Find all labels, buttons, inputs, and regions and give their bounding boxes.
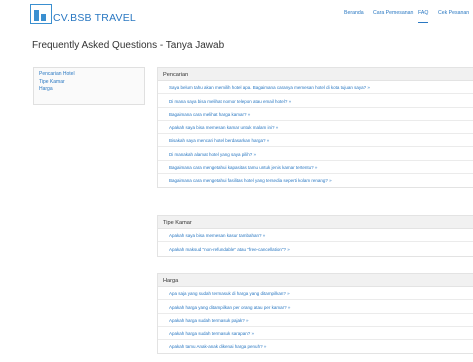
site-header: CV.BSB TRAVEL Beranda Cara Pemesanan FAQ…: [0, 0, 473, 32]
faq-question-link[interactable]: Bagaimana cara melihat harga kamar? »: [158, 108, 473, 121]
faq-question-link[interactable]: Bisakah saya mencari hotel berdasarkan h…: [158, 134, 473, 148]
faq-sidebar: Pencarian Hotel Tipe Kamar Harga: [33, 67, 145, 105]
faq-question-link[interactable]: Apakah harga yang ditampilkan per orang …: [158, 300, 473, 314]
sidebar-item-harga[interactable]: Harga: [39, 86, 144, 94]
nav-faq[interactable]: FAQ: [418, 10, 429, 23]
faq-question-link[interactable]: Saya belum tahu akan memilih hotel apa. …: [158, 81, 473, 95]
faq-question-link[interactable]: Apakah harga sudah termasuk pajak? »: [158, 314, 473, 327]
faq-question-link[interactable]: Di manakah alamat hotel yang saya pilih?…: [158, 147, 473, 161]
faq-question-link[interactable]: Di mana saya bisa melihat nomor telepon …: [158, 94, 473, 108]
faq-question-link[interactable]: Apakah maksud "non-refundable" atau "fre…: [158, 242, 473, 255]
panel-heading: Pencarian: [158, 68, 473, 81]
faq-question-link[interactable]: Apakah saya bisa memesan kamar untuk mal…: [158, 121, 473, 135]
sidebar-item-pencarian-hotel[interactable]: Pencarian Hotel: [39, 71, 144, 79]
nav-cara-pemesanan[interactable]: Cara Pemesanan: [373, 10, 413, 16]
sidebar-item-tipe-kamar[interactable]: Tipe Kamar: [39, 79, 144, 87]
faq-question-link[interactable]: Apakah tamu Anak-anak dikenai harga penu…: [158, 340, 473, 353]
faq-panel-harga: Harga Apa saja yang sudah termasuk di ha…: [157, 273, 473, 355]
faq-panel-tipe-kamar: Tipe Kamar Apakah saya bisa memesan kasu…: [157, 215, 473, 257]
page-title: Frequently Asked Questions - Tanya Jawab: [32, 40, 225, 51]
faq-question-link[interactable]: Apa saja yang sudah termasuk di harga ya…: [158, 287, 473, 301]
faq-question-link[interactable]: Apakah harga sudah termasuk sarapan? »: [158, 327, 473, 341]
faq-question-link[interactable]: Bagaimana cara mengetahui kapasitas tamu…: [158, 161, 473, 175]
main-nav: Beranda Cara Pemesanan FAQ Cek Pesanan: [0, 10, 473, 24]
nav-beranda[interactable]: Beranda: [344, 10, 364, 16]
faq-panel-pencarian: Pencarian Saya belum tahu akan memilih h…: [157, 67, 473, 189]
panel-heading: Tipe Kamar: [158, 216, 473, 229]
nav-cek-pesanan[interactable]: Cek Pesanan: [438, 10, 469, 16]
panel-heading: Harga: [158, 274, 473, 287]
faq-question-link[interactable]: Apakah saya bisa memesan kasur tambahan?…: [158, 229, 473, 243]
faq-question-link[interactable]: Bagaimana cara mengetahui fasilitas hote…: [158, 174, 473, 187]
